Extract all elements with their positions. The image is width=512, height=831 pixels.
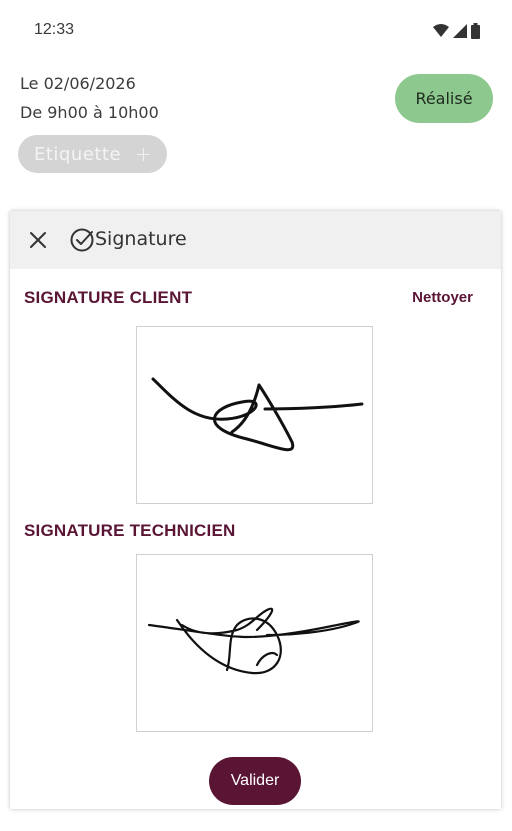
client-signature-title: SIGNATURE CLIENT [24,288,193,307]
technician-signature-title: SIGNATURE TECHNICIEN [24,521,236,540]
signal-icon [453,24,467,38]
add-label-icon: + [135,142,153,166]
status-bar: 12:33 [0,0,512,62]
battery-icon [471,23,480,39]
validate-button[interactable]: Valider [209,757,301,805]
check-circle-icon [70,228,94,252]
signature-dialog: Signature SIGNATURE CLIENT Nettoyer SIGN… [10,211,501,809]
dialog-title: Signature [95,228,187,250]
screen: 12:33 Le 02/06/2026 De 9h00 à 10h00 Réal… [0,0,512,831]
client-signature-pad[interactable] [136,326,373,504]
appointment-time-range: De 9h00 à 10h00 [20,103,159,122]
client-signature-stroke [151,377,364,452]
status-badge[interactable]: Réalisé [395,74,493,123]
clear-button[interactable]: Nettoyer [412,289,473,306]
technician-signature-pad[interactable] [136,554,373,732]
appointment-date: Le 02/06/2026 [20,74,136,93]
close-icon[interactable] [28,230,48,250]
label-chip-text: Etiquette [34,143,122,165]
technician-signature-stroke [147,607,360,675]
status-icons [433,23,480,39]
status-time: 12:33 [34,21,75,38]
label-chip[interactable]: Etiquette + [18,135,167,173]
dialog-header: Signature [10,211,501,269]
wifi-icon [433,24,449,37]
